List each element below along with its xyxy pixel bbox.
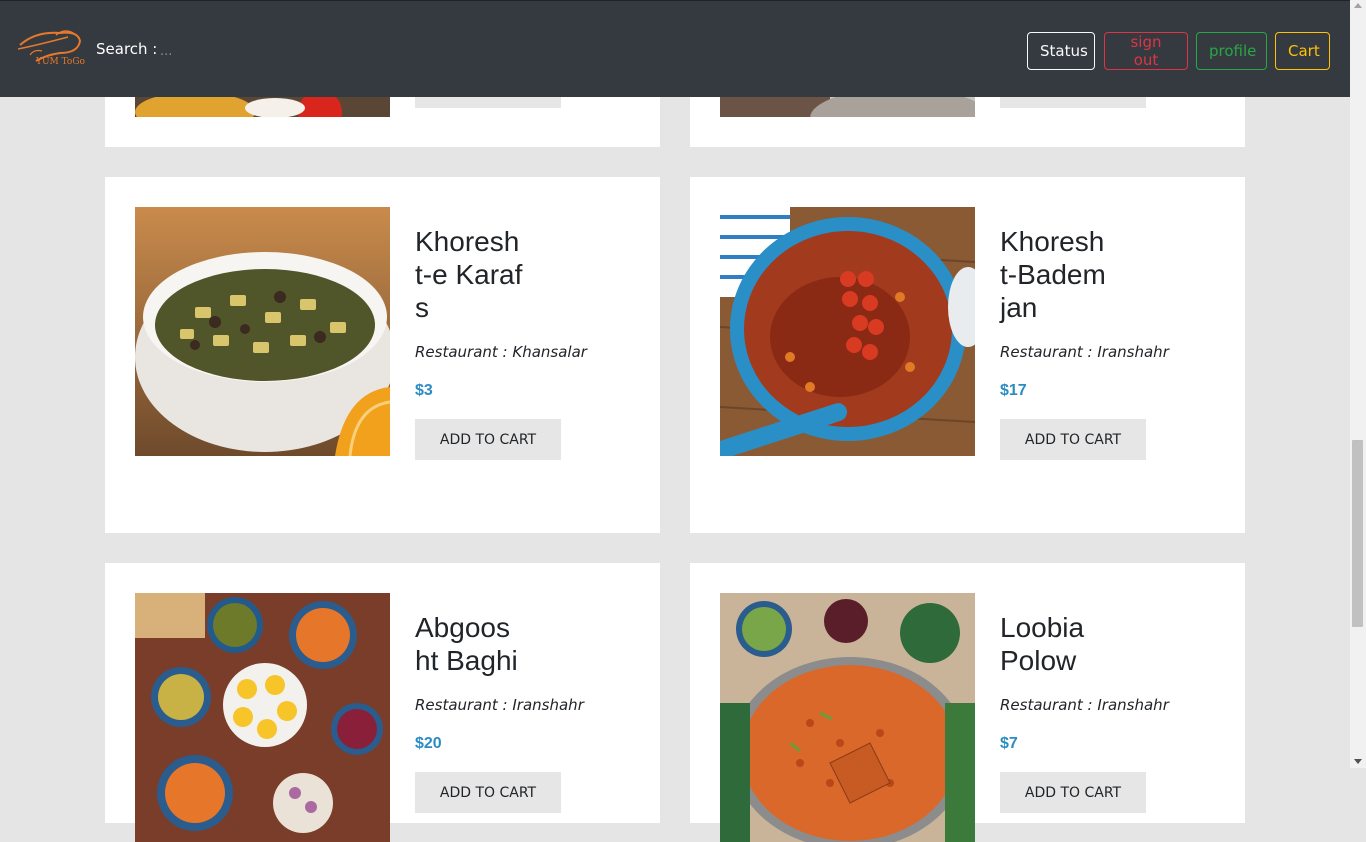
price: $20 — [415, 735, 442, 752]
dish-image — [135, 593, 390, 842]
navbar: YUM ToGo Search : Status sign out profil… — [0, 0, 1350, 97]
price: $7 — [1000, 735, 1018, 752]
search-label: Search : — [96, 40, 158, 58]
add-to-cart-button[interactable]: ADD TO CART — [1000, 419, 1146, 460]
restaurant-name: Restaurant : Khansalar — [415, 343, 587, 361]
svg-text:YUM ToGo: YUM ToGo — [35, 57, 85, 67]
card-body: Abgoosht Baghi Restaurant : Iranshahr $2… — [415, 611, 615, 813]
price: $17 — [1000, 382, 1027, 399]
dish-image — [720, 593, 975, 842]
card-body: Khoresht-Bademjan Restaurant : Iranshahr… — [1000, 225, 1200, 460]
card-body: Khoresht-e Karafs Restaurant : Khansalar… — [415, 225, 615, 460]
dish-name: Khoresht-e Karafs — [415, 226, 523, 323]
sign-out-button[interactable]: sign out — [1104, 32, 1188, 70]
add-to-cart-button[interactable]: ADD TO CART — [415, 772, 561, 813]
card-body: Loobia Polow Restaurant : Iranshahr $7 A… — [1000, 611, 1200, 813]
add-to-cart-button[interactable]: ADD TO CART — [1000, 772, 1146, 813]
menu-card: Khoresht-Bademjan Restaurant : Iranshahr… — [690, 177, 1245, 533]
dish-name: Abgoosht Baghi — [415, 612, 518, 676]
menu-card: Khoresht-e Karafs Restaurant : Khansalar… — [105, 177, 660, 533]
status-button[interactable]: Status — [1027, 32, 1095, 70]
page-scrollbar[interactable] — [1350, 0, 1366, 768]
search-input[interactable] — [158, 39, 362, 63]
dish-name: Loobia Polow — [1000, 612, 1085, 676]
dish-image — [720, 207, 975, 456]
price: $3 — [415, 382, 433, 399]
add-to-cart-button[interactable]: ADD TO CART — [415, 419, 561, 460]
cart-button[interactable]: Cart — [1275, 32, 1330, 70]
dish-name: Khoresht-Bademjan — [1000, 226, 1106, 323]
restaurant-name: Restaurant : Iranshahr — [1000, 343, 1169, 361]
yum-togo-logo[interactable]: YUM ToGo — [16, 23, 86, 71]
dish-image — [135, 207, 390, 456]
restaurant-name: Restaurant : Iranshahr — [415, 696, 584, 714]
menu-card: Abgoosht Baghi Restaurant : Iranshahr $2… — [105, 563, 660, 842]
restaurant-name: Restaurant : Iranshahr — [1000, 696, 1169, 714]
scroll-up-arrow-icon[interactable] — [1354, 3, 1362, 8]
scroll-down-arrow-icon[interactable] — [1354, 759, 1362, 764]
scrollbar-thumb[interactable] — [1352, 440, 1363, 627]
menu-card: Loobia Polow Restaurant : Iranshahr $7 A… — [690, 563, 1245, 842]
profile-button[interactable]: profile — [1196, 32, 1267, 70]
